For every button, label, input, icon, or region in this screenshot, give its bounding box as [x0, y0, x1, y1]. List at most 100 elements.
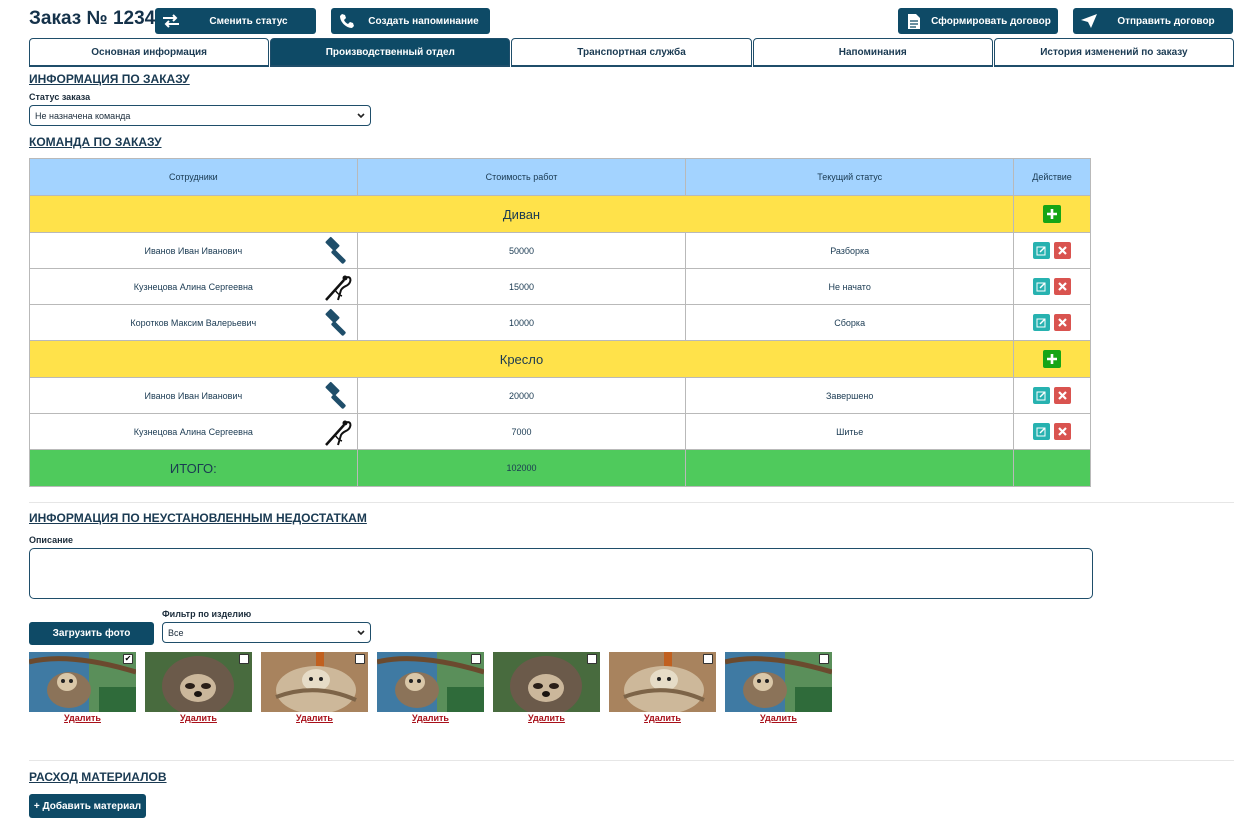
status-cell: Завершено	[685, 377, 1015, 414]
chevron-down-icon	[357, 113, 365, 119]
photo-checkbox[interactable]	[587, 654, 597, 664]
edit-button[interactable]	[1033, 278, 1050, 295]
hammer-icon	[325, 308, 346, 336]
delete-button[interactable]	[1054, 242, 1071, 259]
photo-checkbox[interactable]	[239, 654, 249, 664]
swap-arrows-icon	[155, 8, 187, 34]
cost-cell: 50000	[356, 232, 687, 269]
action-cell	[1013, 232, 1091, 269]
employee-cell: Кузнецова Алина Сергеевна	[29, 413, 358, 450]
document-icon	[898, 8, 930, 34]
employee-name: Иванов Иван Иванович	[144, 245, 243, 256]
photo-checkbox[interactable]	[471, 654, 481, 664]
cost-cell: 10000	[356, 304, 687, 341]
table-header-row: Сотрудники Стоимость работ Текущий стату…	[29, 158, 1091, 196]
photo-checkbox[interactable]: ✔	[123, 654, 133, 664]
product-filter-value: Все	[168, 627, 184, 638]
delete-photo-link[interactable]: Удалить	[493, 713, 600, 723]
add-material-button[interactable]: + Добавить материал	[29, 794, 146, 818]
create-reminder-label: Создать напоминание	[368, 15, 479, 27]
plus-icon	[1047, 354, 1057, 364]
total-empty	[685, 449, 1015, 487]
add-employee-button[interactable]	[1043, 205, 1061, 223]
close-icon	[1058, 391, 1067, 400]
order-status-select[interactable]: Не назначена команда	[29, 105, 371, 126]
delete-photo-link[interactable]: Удалить	[725, 713, 832, 723]
delete-photo-link[interactable]: Удалить	[29, 713, 136, 723]
status-cell: Не начато	[685, 268, 1015, 305]
total-label: ИТОГО:	[29, 449, 358, 487]
photo-thumbnail[interactable]	[377, 652, 484, 712]
edit-icon	[1036, 427, 1046, 437]
cost-cell: 15000	[356, 268, 687, 305]
delete-photo-link[interactable]: Удалить	[261, 713, 368, 723]
photo-thumbnail[interactable]	[609, 652, 716, 712]
photo-checkbox[interactable]	[819, 654, 829, 664]
delete-button[interactable]	[1054, 314, 1071, 331]
total-empty	[1013, 449, 1091, 487]
delete-button[interactable]	[1054, 278, 1071, 295]
defects-title: ИНФОРМАЦИЯ ПО НЕУСТАНОВЛЕННЫМ НЕДОСТАТКА…	[29, 511, 367, 525]
edit-icon	[1036, 318, 1046, 328]
edit-button[interactable]	[1033, 314, 1050, 331]
order-status-value: Не назначена команда	[35, 110, 131, 121]
photo-thumbnail[interactable]	[261, 652, 368, 712]
divider	[29, 502, 1234, 503]
photo-thumbnail[interactable]	[493, 652, 600, 712]
delete-photo-link[interactable]: Удалить	[145, 713, 252, 723]
col-employees: Сотрудники	[29, 158, 358, 196]
add-employee-button[interactable]	[1043, 350, 1061, 368]
tab-production[interactable]: Производственный отдел	[270, 38, 511, 67]
edit-button[interactable]	[1033, 387, 1050, 404]
close-icon	[1058, 427, 1067, 436]
delete-photo-link[interactable]: Удалить	[609, 713, 716, 723]
upload-photo-label: Загрузить фото	[52, 628, 131, 639]
photo-item: ✔ Удалить	[29, 652, 136, 723]
table-row: Иванов Иван Иванович 20000 Завершено	[29, 377, 1091, 414]
materials-title: РАСХОД МАТЕРИАЛОВ	[29, 770, 167, 784]
paper-plane-icon	[1073, 8, 1105, 34]
tab-history[interactable]: История изменений по заказу	[993, 38, 1235, 67]
tab-reminders[interactable]: Напоминания	[752, 38, 993, 67]
tab-main-info[interactable]: Основная информация	[29, 38, 270, 67]
photo-item: Удалить	[145, 652, 252, 723]
delete-button[interactable]	[1054, 423, 1071, 440]
team-table: Сотрудники Стоимость работ Текущий стату…	[28, 158, 1091, 487]
divider	[29, 760, 1234, 761]
photo-thumbnail[interactable]: ✔	[29, 652, 136, 712]
col-cost: Стоимость работ	[356, 158, 687, 196]
edit-icon	[1036, 391, 1046, 401]
photo-item: Удалить	[261, 652, 368, 723]
tab-bar: Основная информация Производственный отд…	[29, 38, 1235, 67]
photo-thumbnail[interactable]	[725, 652, 832, 712]
create-reminder-button[interactable]: Создать напоминание	[331, 8, 490, 34]
photo-checkbox[interactable]	[355, 654, 365, 664]
status-cell: Разборка	[685, 232, 1015, 269]
product-filter-select[interactable]: Все	[162, 622, 371, 643]
edit-button[interactable]	[1033, 242, 1050, 259]
group-action-cell	[1013, 195, 1091, 233]
table-row: Иванов Иван Иванович 50000 Разборка	[29, 232, 1091, 269]
photo-item: Удалить	[609, 652, 716, 723]
delete-photo-link[interactable]: Удалить	[377, 713, 484, 723]
send-contract-button[interactable]: Отправить договор	[1073, 8, 1233, 34]
photo-checkbox[interactable]	[703, 654, 713, 664]
photo-gallery: ✔ Удалить Удалить Удалить Удалить Удалить Удал…	[29, 652, 832, 723]
photo-thumbnail[interactable]	[145, 652, 252, 712]
employee-cell: Иванов Иван Иванович	[29, 377, 358, 414]
form-contract-button[interactable]: Сформировать договор	[898, 8, 1058, 34]
photo-item: Удалить	[725, 652, 832, 723]
tab-transport[interactable]: Транспортная служба	[511, 38, 752, 67]
edit-button[interactable]	[1033, 423, 1050, 440]
employee-name: Коротков Максим Валерьевич	[130, 317, 257, 328]
table-row: Коротков Максим Валерьевич 10000 Сборка	[29, 304, 1091, 341]
description-textarea[interactable]	[29, 548, 1093, 599]
change-status-button[interactable]: Сменить статус	[155, 8, 316, 34]
employee-name: Кузнецова Алина Сергеевна	[133, 281, 253, 292]
form-contract-label: Сформировать договор	[931, 15, 1051, 27]
edit-icon	[1036, 282, 1046, 292]
upload-photo-button[interactable]: Загрузить фото	[29, 622, 154, 645]
delete-button[interactable]	[1054, 387, 1071, 404]
sewing-icon	[324, 420, 352, 446]
employee-cell: Кузнецова Алина Сергеевна	[29, 268, 358, 305]
